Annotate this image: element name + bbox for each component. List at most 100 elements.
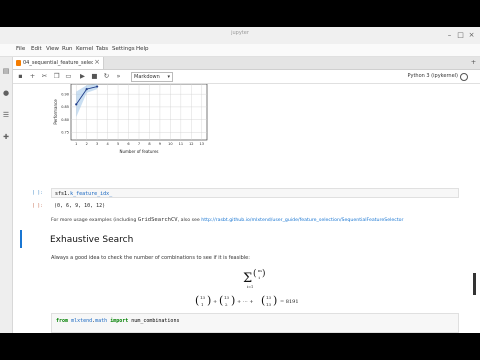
running-icon[interactable]: ●: [2, 89, 10, 97]
kernel-name[interactable]: Python 3 (ipykernel): [407, 73, 458, 79]
y-tick-label: 0.85: [61, 105, 69, 109]
b2-bottom: 2: [225, 302, 228, 307]
binom-close: ): [262, 268, 266, 279]
menu-view[interactable]: View: [46, 46, 59, 52]
x-tick-label: 4: [106, 142, 109, 146]
b1-bottom: 1: [201, 302, 204, 307]
kw-from: from: [56, 318, 69, 324]
markdown-usage-note: For more usage examples (including GridS…: [51, 217, 403, 223]
menu-run[interactable]: Run: [62, 46, 73, 52]
x-tick-label: 13: [200, 142, 204, 146]
left-sidebar: ▤ ● ☰ ✚: [0, 57, 13, 333]
kw-import: import: [110, 318, 129, 324]
scrollbar-thumb[interactable]: [473, 273, 476, 295]
fast-forward-icon[interactable]: »: [114, 72, 123, 81]
tab-add-icon[interactable]: +: [469, 58, 478, 67]
app-window: jupyter – □ × File Edit View Run Kernel …: [0, 27, 480, 333]
notebook-toolbar: ▪ + ✂ ❐ ▭ ▶ ■ ↻ » Markdown ▾ Python 3 (i…: [13, 70, 480, 84]
b2-top: 13: [224, 295, 230, 300]
restart-icon[interactable]: ↻: [102, 72, 111, 81]
b1-top: 13: [200, 295, 206, 300]
b2-close: ): [231, 294, 235, 307]
add-cell-icon[interactable]: +: [28, 72, 37, 81]
menu-file[interactable]: File: [16, 46, 25, 52]
usage-note-prefix: For more usage examples (including: [51, 218, 137, 223]
stop-icon[interactable]: ■: [90, 72, 99, 81]
menu-edit[interactable]: Edit: [31, 46, 42, 52]
tab-close-icon[interactable]: ×: [94, 58, 100, 66]
commands-icon[interactable]: ☰: [2, 111, 10, 119]
save-icon[interactable]: ▪: [16, 72, 25, 81]
x-tick-label: 11: [179, 142, 183, 146]
y-tick-label: 0.80: [61, 118, 69, 122]
x-tick-label: 3: [96, 142, 98, 146]
tab-notebook[interactable]: 04_sequential_feature_selector ×: [13, 57, 104, 69]
y-tick-labels: 0.90 0.85 0.80 0.75: [61, 92, 69, 134]
x-tick-label: 8: [148, 142, 150, 146]
tab-label: 04_sequential_feature_selector: [23, 59, 93, 66]
section-heading: Exhaustive Search: [50, 235, 134, 245]
menu-kernel[interactable]: Kernel: [76, 46, 93, 52]
b3-open: (: [261, 294, 265, 307]
code-obj: sfs1.: [55, 191, 71, 197]
title-bar: jupyter – □ ×: [0, 27, 480, 45]
binom-i: i: [259, 275, 261, 280]
run-icon[interactable]: ▶: [78, 72, 87, 81]
code-cell-feature-idx[interactable]: sfs1.k_feature_idx_: [51, 188, 459, 198]
binom-open: (: [253, 268, 257, 279]
chevron-down-icon: ▾: [167, 74, 170, 80]
x-tick-label: 9: [159, 142, 161, 146]
b1-open: (: [195, 294, 199, 307]
b3-top: 13: [266, 295, 272, 300]
cell-type-value: Markdown: [134, 74, 160, 80]
minimize-icon[interactable]: –: [445, 31, 454, 39]
cut-icon[interactable]: ✂: [40, 72, 49, 81]
b3-bottom: 13: [266, 302, 272, 307]
x-tick-label: 2: [86, 142, 88, 146]
usage-note-mid: , also see: [177, 218, 200, 223]
usage-note-code: GridSearchCV: [137, 217, 178, 223]
x-tick-label: 1: [75, 142, 77, 146]
output-value: (0, 6, 9, 10, 12): [54, 203, 106, 209]
x-tick-label: 12: [189, 142, 193, 146]
x-tick-label: 6: [127, 142, 129, 146]
close-window-icon[interactable]: ×: [467, 31, 476, 39]
code-attr: k_feature_idx_: [70, 191, 113, 197]
y-tick-label: 0.90: [61, 92, 69, 96]
active-cell-indicator: [20, 230, 22, 248]
extensions-icon[interactable]: ✚: [2, 133, 10, 141]
data-point: [75, 103, 78, 106]
output-prompt: [ ]:: [32, 204, 43, 209]
copy-icon[interactable]: ❐: [52, 72, 61, 81]
menu-settings[interactable]: Settings: [112, 46, 135, 52]
code-cell-import[interactable]: from mlxtend.math import num_combination…: [51, 313, 459, 333]
b1-close: ): [207, 294, 211, 307]
cell-type-select[interactable]: Markdown ▾: [131, 72, 173, 82]
input-prompt: [ ]:: [32, 191, 43, 196]
x-tick-label: 7: [138, 142, 140, 146]
b3-close: ): [273, 294, 277, 307]
notebook-panel: 0.90 0.85 0.80 0.75 1 2 3 4 5 6 7 8 9 10 11 12 13 Perfo…: [13, 84, 473, 333]
x-tick-labels: 1 2 3 4 5 6 7 8 9 10 11 12 13: [75, 142, 204, 146]
x-tick-label: 5: [117, 142, 119, 146]
module-mlxtend: mlxtend: [71, 318, 93, 324]
docs-link[interactable]: http://rasbt.github.io/mlxtend/user_guid…: [201, 218, 403, 223]
equals-result: = 8191: [280, 299, 299, 305]
folder-icon[interactable]: ▤: [2, 67, 10, 75]
b2-open: (: [219, 294, 223, 307]
kernel-status-icon: [460, 73, 468, 81]
x-tick-label: 10: [168, 142, 172, 146]
y-axis-label: Performance: [53, 99, 58, 125]
x-axis-label: Number of features: [120, 149, 159, 154]
plus-1: +: [213, 299, 217, 305]
paste-icon[interactable]: ▭: [64, 72, 73, 81]
module-math: math: [95, 318, 108, 324]
menu-bar: File Edit View Run Kernel Tabs Settings …: [0, 44, 480, 57]
menu-help[interactable]: Help: [136, 46, 149, 52]
window-title: jupyter: [231, 30, 249, 36]
import-name: num_combinations: [131, 318, 180, 324]
menu-tabs[interactable]: Tabs: [96, 46, 108, 52]
data-point: [96, 85, 99, 88]
maximize-icon[interactable]: □: [456, 31, 465, 39]
markdown-feasibility-note: Always a good idea to check the number o…: [51, 255, 250, 261]
